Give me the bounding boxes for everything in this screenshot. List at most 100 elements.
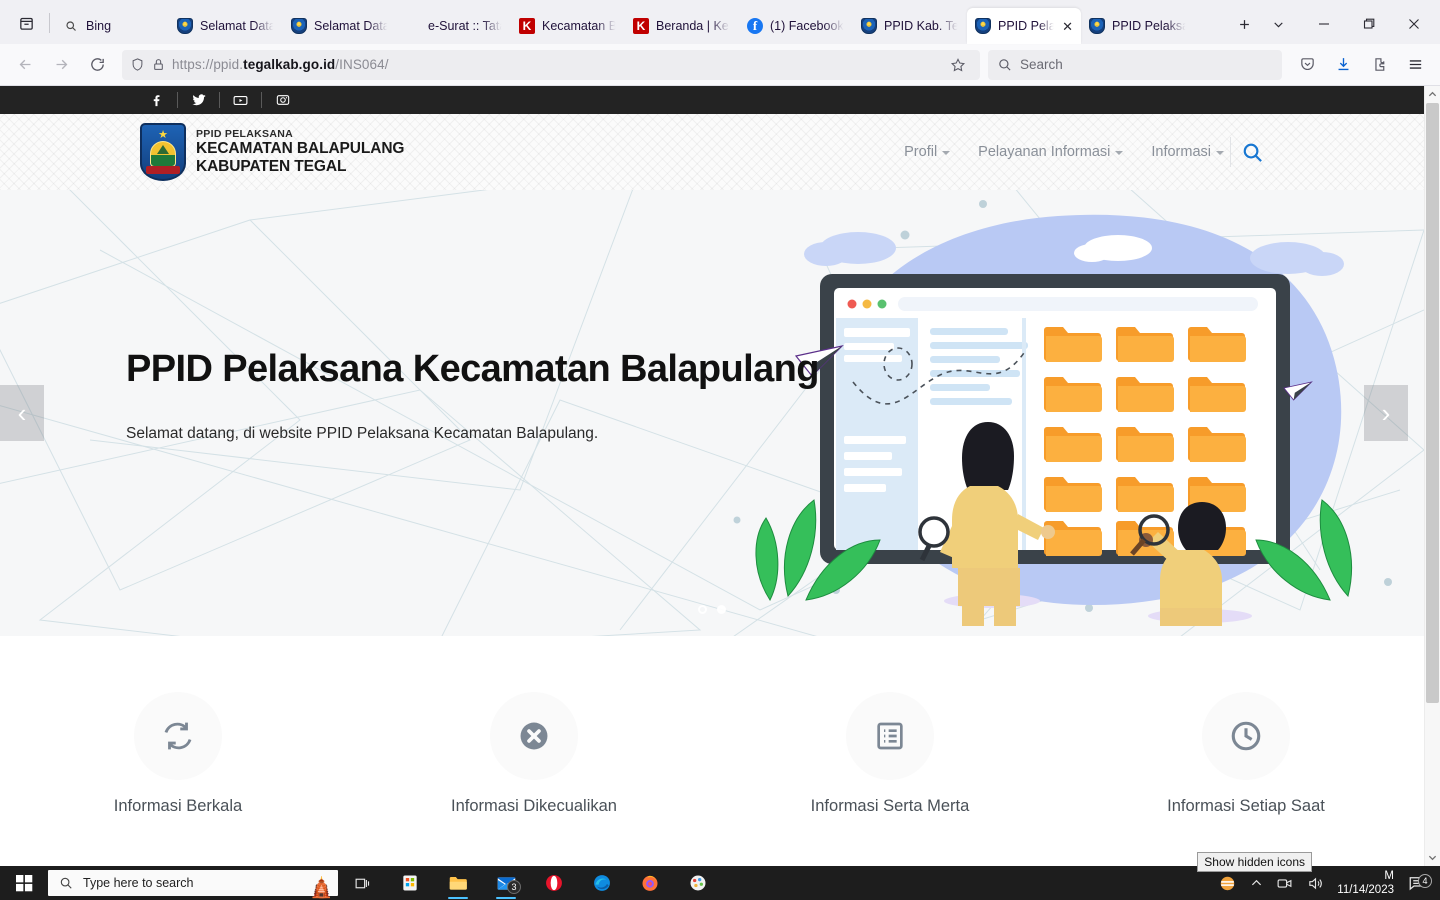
microsoft-edge-icon[interactable] bbox=[578, 866, 626, 900]
crest-icon bbox=[1089, 18, 1105, 34]
scroll-up-button[interactable] bbox=[1425, 86, 1440, 103]
blank-icon bbox=[405, 18, 421, 34]
nav-item-profil[interactable]: Profil bbox=[904, 144, 951, 160]
shield-icon[interactable] bbox=[130, 57, 145, 72]
list-document-icon bbox=[846, 692, 934, 780]
browser-tab[interactable]: f (1) Facebook bbox=[739, 8, 853, 44]
logo-text: PPID PELAKSANA KECAMATAN BALAPULANG KABU… bbox=[196, 128, 404, 176]
browser-window: Bing Selamat Datang Selamat Datang e-Surat … bbox=[0, 0, 1440, 866]
browser-tab[interactable]: Selamat Datang bbox=[169, 8, 283, 44]
web-page: ★ PPID PELAKSANA KECAMATAN BALAPULANG KA… bbox=[0, 86, 1440, 866]
hero-carousel: PPID Pelaksana Kecamatan Balapulang Sela… bbox=[0, 190, 1424, 636]
start-button[interactable] bbox=[0, 866, 48, 900]
nav-item-pelayanan-informasi[interactable]: Pelayanan Informasi bbox=[978, 144, 1124, 160]
service-label: Informasi Serta Merta bbox=[810, 797, 970, 815]
close-window-button[interactable] bbox=[1391, 8, 1436, 40]
url-bar[interactable]: https://ppid.tegalkab.go.id/INS064/ bbox=[122, 49, 980, 80]
hero-title: PPID Pelaksana Kecamatan Balapulang bbox=[126, 347, 819, 390]
youtube-icon[interactable] bbox=[220, 86, 261, 114]
taskbar-search-box[interactable]: Type here to search 🛕 bbox=[48, 870, 338, 898]
extensions-icon[interactable] bbox=[1362, 50, 1396, 80]
browser-tab[interactable]: e-Surat :: Tata Naskah bbox=[397, 8, 511, 44]
nav-item-label: Profil bbox=[904, 144, 938, 160]
logo-line-2: KECAMATAN BALAPULANG bbox=[196, 140, 405, 158]
nav-item-informasi[interactable]: Informasi bbox=[1151, 144, 1224, 160]
notification-center-button[interactable]: 4 bbox=[1402, 874, 1436, 892]
browser-tab[interactable]: Bing bbox=[55, 8, 169, 44]
service-informasi-berkala[interactable]: Informasi Berkala bbox=[0, 692, 356, 816]
tab-title: PPID Pelaksana bbox=[1112, 19, 1187, 33]
cortana-temple-icon[interactable]: 🛕 bbox=[309, 878, 334, 898]
tab-title: Selamat Datang bbox=[200, 19, 275, 33]
back-button[interactable] bbox=[8, 50, 42, 80]
coat-of-arms-icon: ★ bbox=[140, 123, 186, 181]
carousel-dot-1[interactable] bbox=[698, 605, 707, 614]
carousel-dot-2[interactable] bbox=[717, 605, 726, 614]
service-informasi-dikecualikan[interactable]: Informasi Dikecualikan bbox=[356, 692, 712, 816]
bing-icon bbox=[63, 18, 79, 34]
taskbar-clock[interactable]: M 11/14/2023 bbox=[1331, 869, 1402, 898]
task-view-icon[interactable] bbox=[338, 866, 386, 900]
chevron-down-icon bbox=[1115, 151, 1124, 155]
site-logo[interactable]: ★ PPID PELAKSANA KECAMATAN BALAPULANG KA… bbox=[140, 123, 404, 181]
browser-tab[interactable]: PPID Pelaksana bbox=[1081, 8, 1195, 44]
new-tab-button[interactable] bbox=[1227, 8, 1261, 40]
firefox-view-button[interactable] bbox=[6, 5, 46, 41]
crest-icon bbox=[177, 18, 193, 34]
k-icon: K bbox=[519, 18, 535, 34]
maximize-button[interactable] bbox=[1346, 8, 1391, 40]
browser-tab[interactable]: Selamat Datang bbox=[283, 8, 397, 44]
facebook-icon[interactable] bbox=[136, 86, 177, 114]
tab-title: Bing bbox=[86, 19, 112, 33]
clock-date: 11/14/2023 bbox=[1337, 884, 1394, 896]
reload-button[interactable] bbox=[80, 50, 114, 80]
search-icon[interactable] bbox=[1241, 141, 1264, 164]
twitter-icon[interactable] bbox=[178, 86, 219, 114]
tab-title: PPID Pelaksana bbox=[998, 19, 1056, 33]
bookmark-star-icon[interactable] bbox=[944, 51, 972, 79]
browser-tab[interactable]: K Beranda | Kecamatan bbox=[625, 8, 739, 44]
lock-icon[interactable] bbox=[152, 58, 165, 71]
scroll-down-button[interactable] bbox=[1425, 849, 1440, 866]
chevron-down-icon bbox=[942, 151, 951, 155]
windows-taskbar: Type here to search 🛕 3 M 11/14/2023 4 S… bbox=[0, 852, 1440, 900]
list-all-tabs-button[interactable] bbox=[1261, 8, 1295, 40]
crest-icon bbox=[291, 18, 307, 34]
crest-ribbon bbox=[146, 166, 180, 174]
crest-inner bbox=[150, 141, 176, 167]
carousel-prev-button[interactable]: ‹ bbox=[0, 385, 44, 441]
save-to-pocket-icon[interactable] bbox=[1290, 50, 1324, 80]
service-informasi-setiap-saat[interactable]: Informasi Setiap Saat bbox=[1068, 692, 1424, 816]
facebook-icon: f bbox=[747, 18, 763, 34]
k-icon: K bbox=[633, 18, 649, 34]
firefox-icon[interactable] bbox=[626, 866, 674, 900]
taskbar-search-placeholder: Type here to search bbox=[83, 876, 194, 890]
service-informasi-serta-merta[interactable]: Informasi Serta Merta bbox=[712, 692, 1068, 816]
chevron-down-icon bbox=[1216, 151, 1224, 155]
mail-icon[interactable]: 3 bbox=[482, 866, 530, 900]
file-explorer-icon[interactable] bbox=[434, 866, 482, 900]
mail-badge: 3 bbox=[507, 880, 521, 894]
notification-badge: 4 bbox=[1418, 874, 1432, 888]
opera-icon[interactable] bbox=[530, 866, 578, 900]
close-tab-icon[interactable]: ✕ bbox=[1062, 20, 1073, 33]
tab-title: Kecamatan Balapulang bbox=[542, 19, 617, 33]
browser-tab[interactable]: PPID Kab. Tegal bbox=[853, 8, 967, 44]
window-controls bbox=[1301, 8, 1436, 40]
paint-icon[interactable] bbox=[674, 866, 722, 900]
browser-tab[interactable]: K Kecamatan Balapulang bbox=[511, 8, 625, 44]
search-bar[interactable]: Search bbox=[988, 49, 1282, 80]
browser-tab[interactable]: PPID Pelaksana ✕ bbox=[967, 8, 1081, 44]
minimize-button[interactable] bbox=[1301, 8, 1346, 40]
close-circle-icon bbox=[490, 692, 578, 780]
page-scrollbar[interactable] bbox=[1424, 86, 1440, 866]
refresh-icon bbox=[134, 692, 222, 780]
scrollbar-thumb[interactable] bbox=[1426, 103, 1439, 703]
star-icon: ★ bbox=[158, 129, 168, 141]
instagram-icon[interactable] bbox=[262, 86, 303, 114]
forward-button[interactable] bbox=[44, 50, 78, 80]
app-menu-icon[interactable] bbox=[1398, 50, 1432, 80]
downloads-icon[interactable] bbox=[1326, 50, 1360, 80]
microsoft-store-icon[interactable] bbox=[386, 866, 434, 900]
nav-item-label: Informasi bbox=[1151, 144, 1211, 160]
